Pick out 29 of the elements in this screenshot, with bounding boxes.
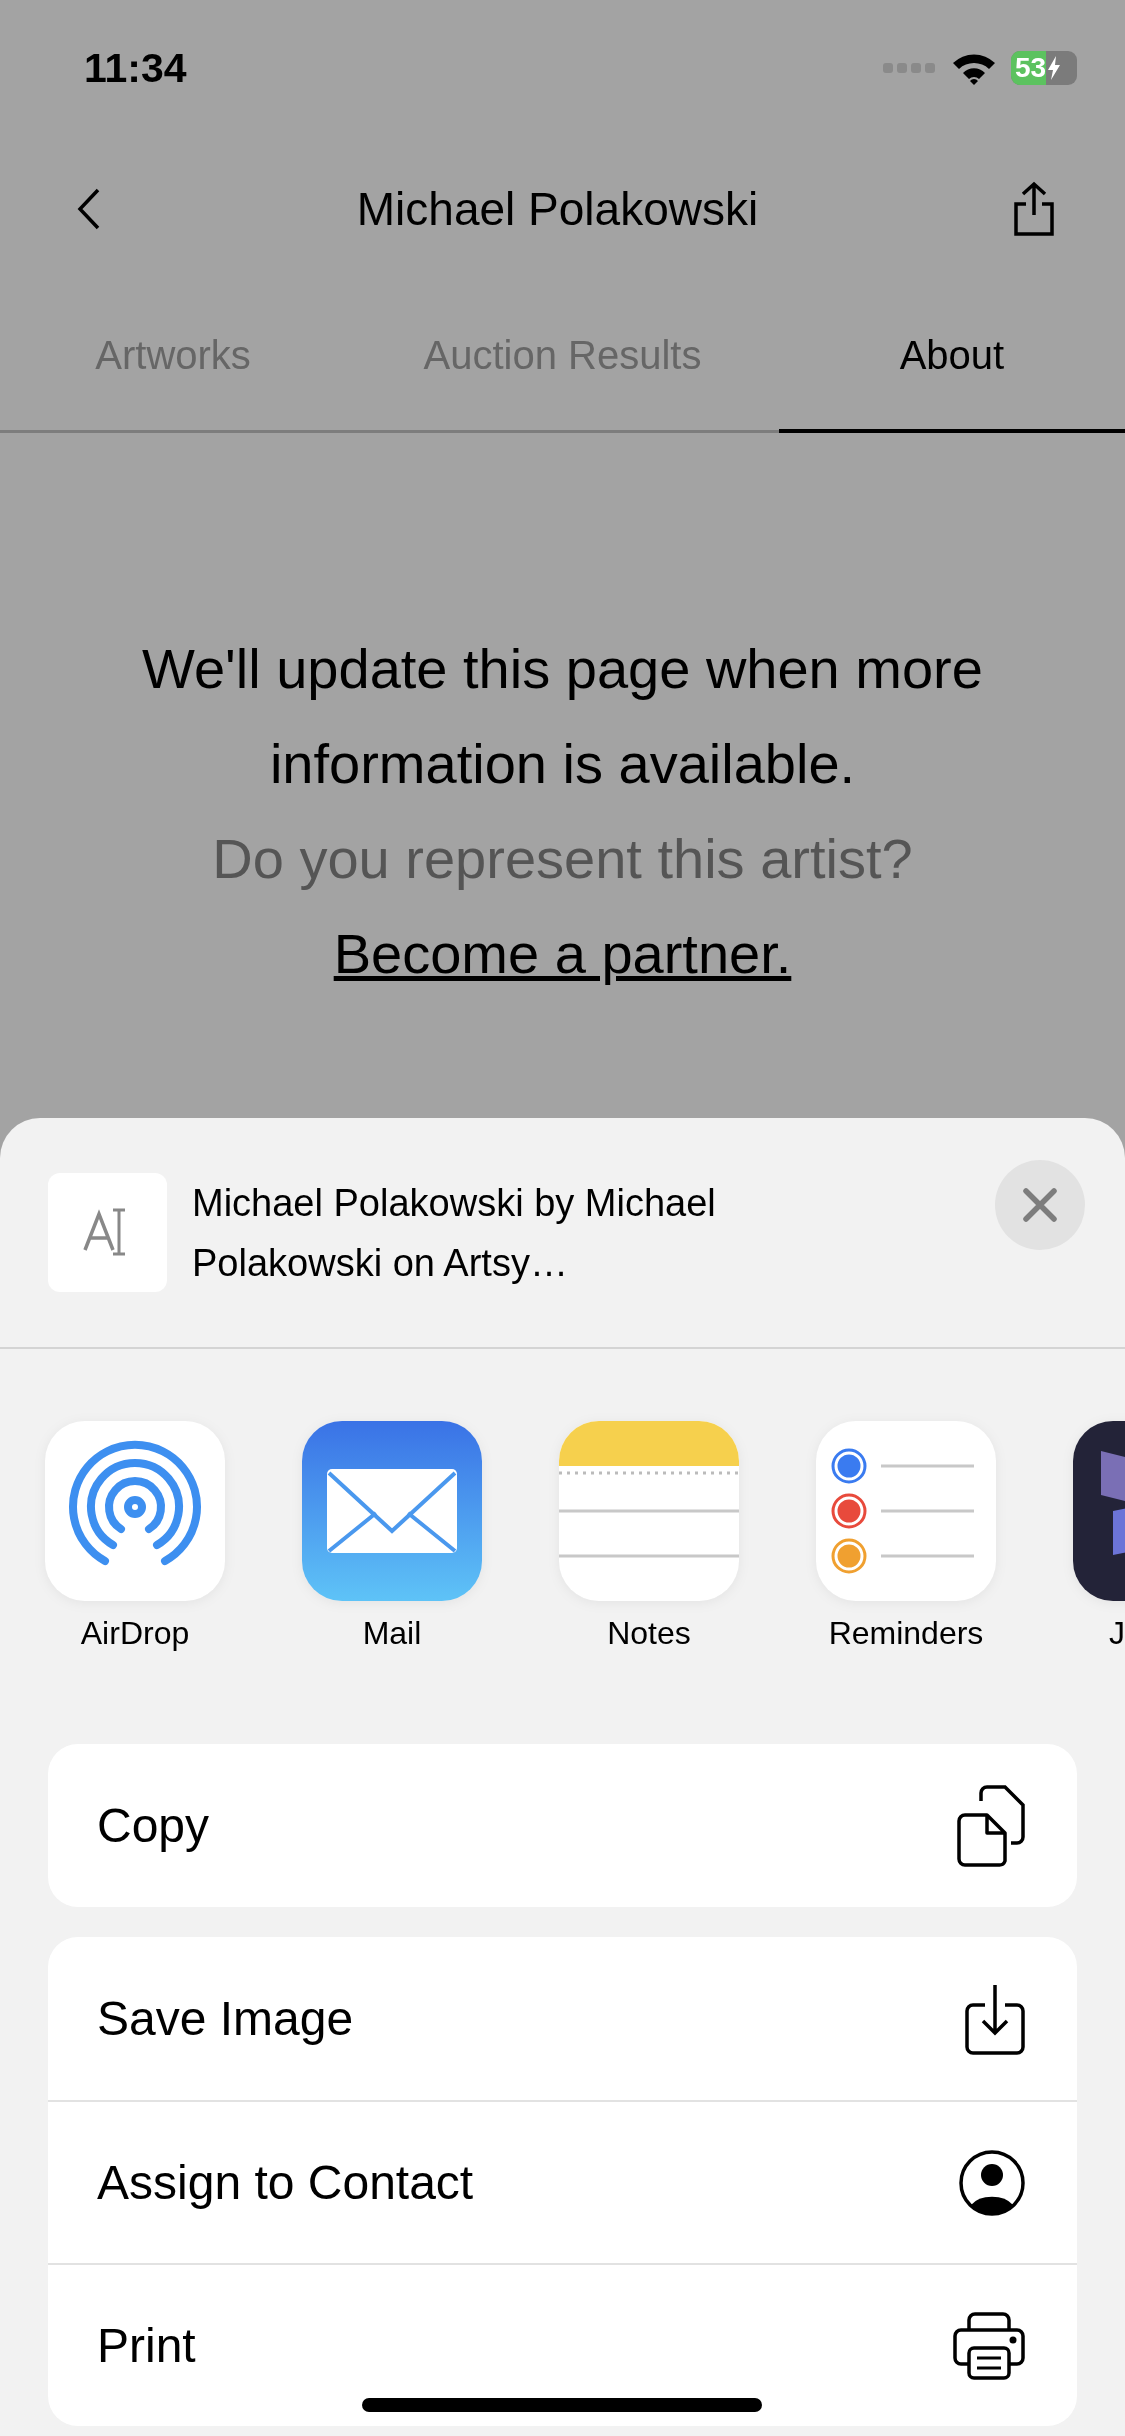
- app-label: Reminders: [828, 1615, 984, 1652]
- share-title: Michael Polakowski by Michael Polakowski on Artsy…: [192, 1181, 717, 1286]
- app-label: Mail: [362, 1615, 422, 1652]
- app-label: Notes: [607, 1615, 691, 1652]
- partner-link[interactable]: Become a partner.: [333, 906, 792, 1001]
- download-icon: [965, 1982, 1025, 2055]
- battery-icon: 53: [1011, 51, 1077, 85]
- share-icon[interactable]: [1013, 181, 1055, 237]
- airdrop-icon[interactable]: [45, 1421, 225, 1601]
- back-icon[interactable]: [76, 187, 102, 231]
- tab[interactable]: About: [778, 282, 1125, 433]
- signal-icon: [883, 62, 937, 74]
- close-icon: [1020, 1185, 1060, 1225]
- checklist-icon[interactable]: [816, 1421, 996, 1601]
- app-label: AirDrop: [80, 1615, 190, 1652]
- page-title: Michael Polakowski: [356, 182, 759, 236]
- text-thumbnail-icon: [48, 1173, 167, 1292]
- person-icon: [959, 2149, 1025, 2216]
- wifi-icon: [951, 51, 997, 85]
- partner-question: Do you represent this artist?: [212, 826, 913, 892]
- action-row[interactable]: Save Image: [48, 1937, 1077, 2100]
- empty-message: We'll update this page when more information is available.: [141, 636, 984, 797]
- app-label: J: [1109, 1615, 1125, 1652]
- documents-icon: [957, 1784, 1025, 1867]
- action-row[interactable]: Copy: [48, 1744, 1077, 1907]
- action-row[interactable]: Assign to Contact: [48, 2100, 1077, 2263]
- envelope-icon[interactable]: [302, 1421, 482, 1601]
- status-time: 11:34: [84, 44, 187, 92]
- printer-icon: [953, 2311, 1025, 2380]
